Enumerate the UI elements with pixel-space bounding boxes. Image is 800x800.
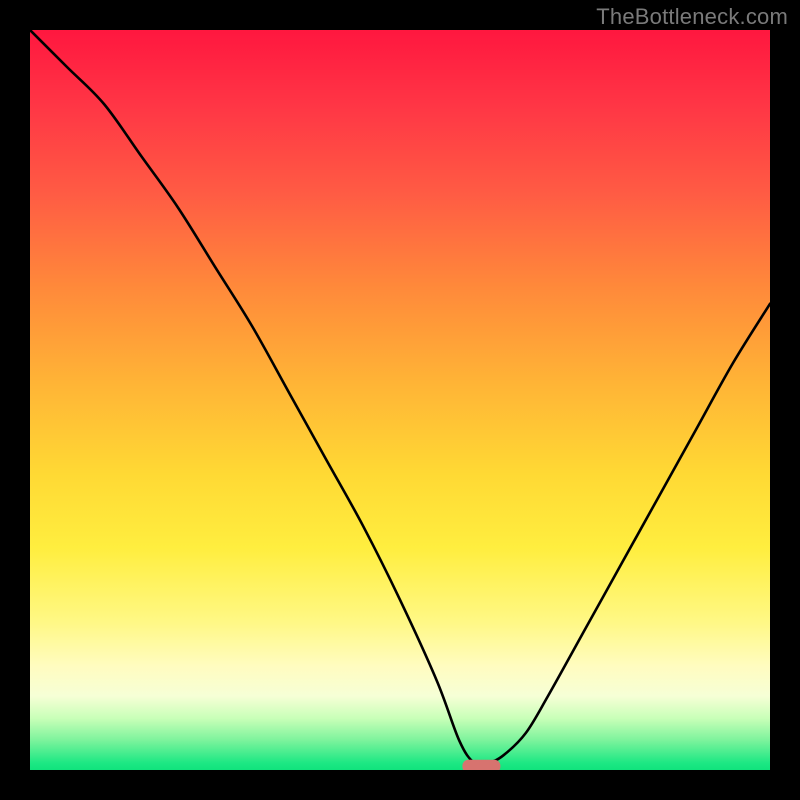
chart-frame: TheBottleneck.com xyxy=(0,0,800,800)
bottleneck-curve xyxy=(30,30,770,765)
plot-area xyxy=(30,30,770,770)
optimal-point-marker xyxy=(462,760,500,770)
watermark-text: TheBottleneck.com xyxy=(596,4,788,30)
chart-svg xyxy=(30,30,770,770)
